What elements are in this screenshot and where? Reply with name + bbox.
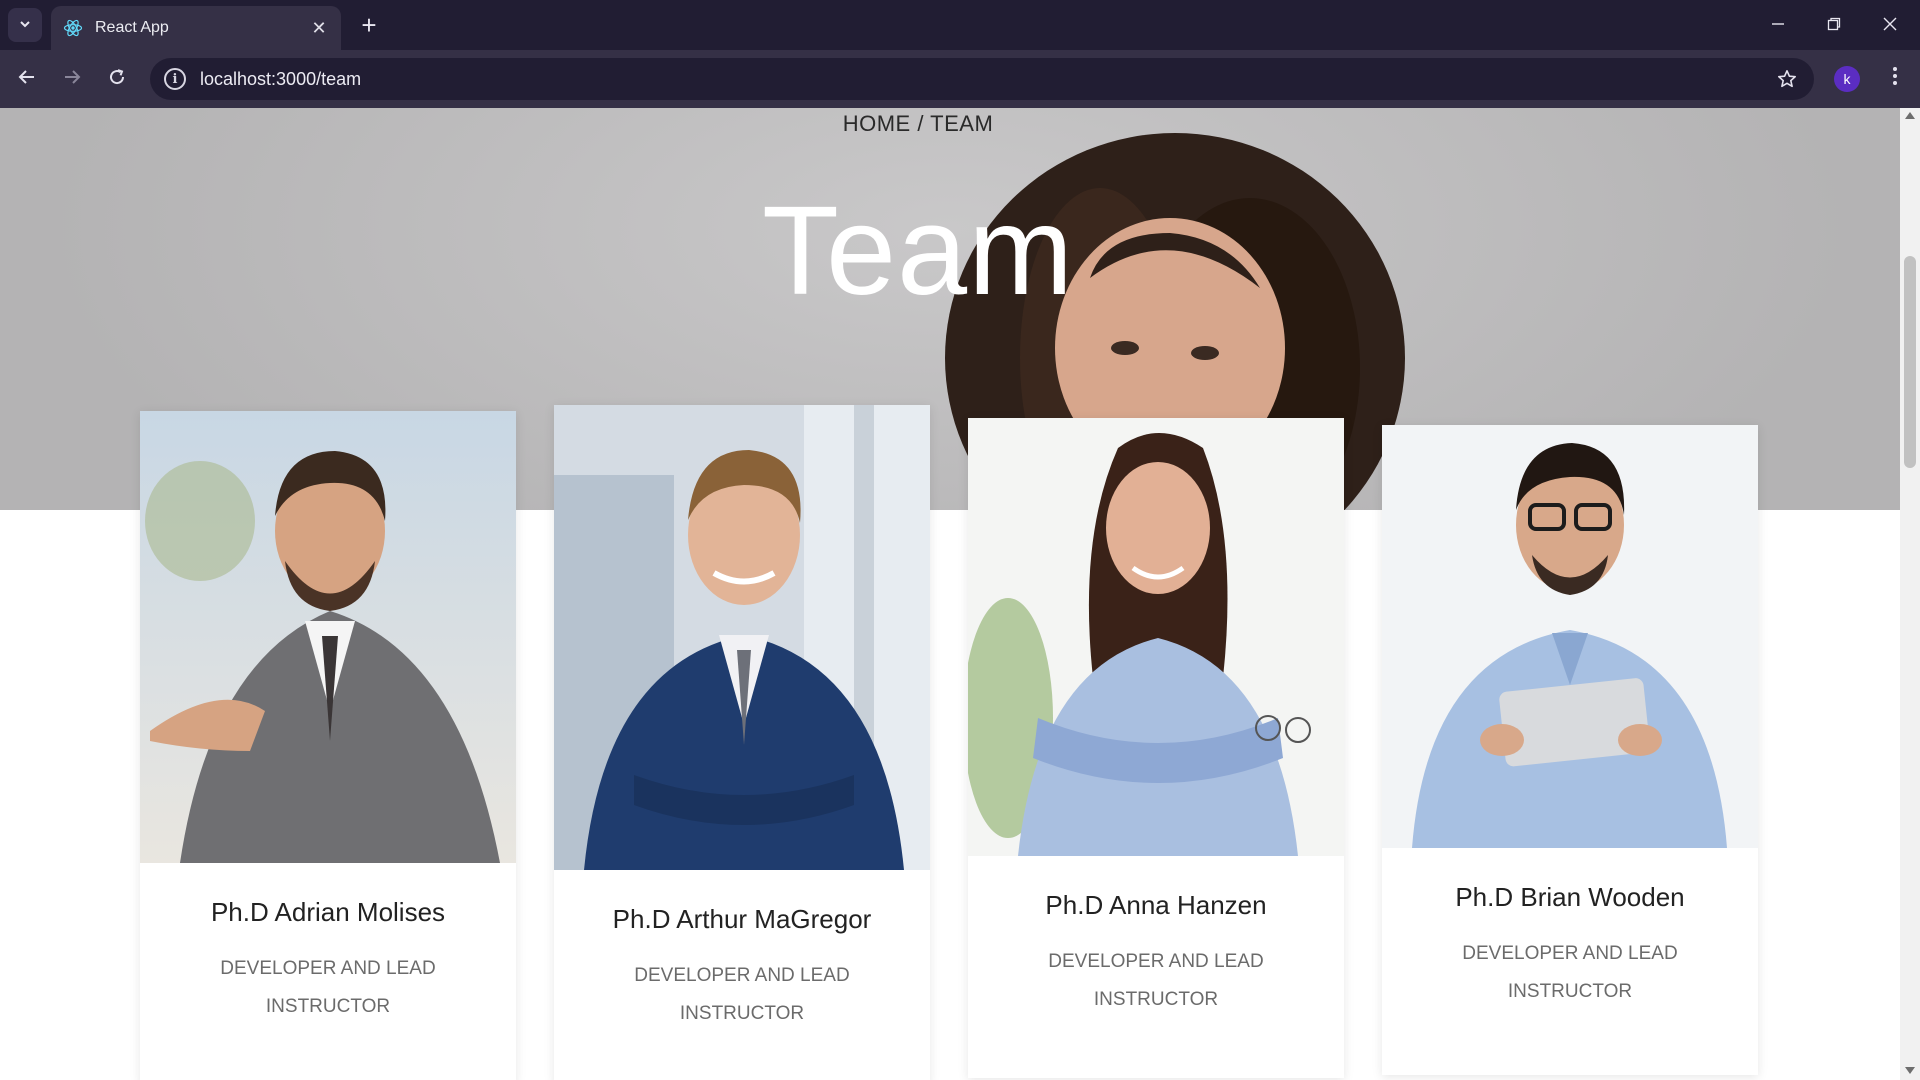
page-viewport: HOME / TEAM Team Ph.D Adrian Molises DEV… (0, 108, 1900, 1080)
plus-icon: + (361, 9, 377, 40)
scroll-up-arrow-icon[interactable] (1905, 112, 1915, 119)
tab-title: React App (95, 19, 169, 36)
reload-icon (108, 66, 126, 92)
scroll-down-arrow-icon[interactable] (1905, 1067, 1915, 1074)
arrow-right-icon (63, 66, 81, 92)
react-icon (63, 18, 83, 38)
profile-avatar[interactable]: k (1834, 66, 1860, 92)
back-button[interactable] (10, 62, 44, 96)
address-bar[interactable]: i localhost:3000/team (150, 58, 1814, 100)
team-member-photo (1382, 425, 1758, 848)
page-title: Team (761, 180, 1075, 321)
team-member-role: DEVELOPER AND LEAD INSTRUCTOR (1048, 951, 1264, 1010)
team-card[interactable]: Ph.D Brian Wooden DEVELOPER AND LEAD INS… (1382, 425, 1758, 1075)
close-icon[interactable]: ✕ (307, 16, 331, 40)
url-text[interactable]: localhost:3000/team (200, 69, 1772, 90)
restore-button[interactable] (1814, 8, 1854, 42)
breadcrumb: HOME / TEAM (842, 111, 994, 136)
minimize-icon (1771, 15, 1785, 36)
reload-button[interactable] (100, 62, 134, 96)
team-member-role: DEVELOPER AND LEAD INSTRUCTOR (220, 958, 436, 1017)
team-member-name: Ph.D Brian Wooden (1455, 882, 1685, 912)
team-member-photo (968, 418, 1344, 856)
minimize-button[interactable] (1758, 8, 1798, 42)
tab-search-button[interactable] (8, 8, 42, 42)
info-icon[interactable]: i (164, 68, 186, 90)
new-tab-button[interactable]: + (354, 10, 384, 40)
chevron-down-icon (18, 17, 32, 34)
browser-menu-button[interactable] (1880, 62, 1910, 96)
close-icon (1883, 15, 1897, 36)
team-card[interactable]: Ph.D Arthur MaGregor DEVELOPER AND LEAD … (554, 405, 930, 1080)
scrollbar-thumb[interactable] (1904, 256, 1916, 468)
kebab-menu-icon (1892, 66, 1898, 92)
team-member-photo (554, 405, 930, 870)
arrow-left-icon (18, 66, 36, 92)
forward-button[interactable] (55, 62, 89, 96)
team-member-name: Ph.D Arthur MaGregor (612, 904, 872, 934)
browser-tab-active[interactable]: React App ✕ (51, 6, 341, 50)
team-member-name: Ph.D Anna Hanzen (1045, 890, 1267, 920)
browser-toolbar: i localhost:3000/team k (0, 50, 1920, 108)
browser-tab-bar: React App ✕ + (0, 0, 1920, 50)
team-card[interactable]: Ph.D Adrian Molises DEVELOPER AND LEAD I… (140, 411, 516, 1080)
team-member-role: DEVELOPER AND LEAD INSTRUCTOR (634, 965, 850, 1024)
team-member-role: DEVELOPER AND LEAD INSTRUCTOR (1462, 943, 1678, 1002)
close-window-button[interactable] (1870, 8, 1910, 42)
restore-icon (1827, 15, 1841, 36)
team-member-photo (140, 411, 516, 863)
team-member-name: Ph.D Adrian Molises (210, 897, 446, 927)
page-scrollbar[interactable] (1900, 108, 1920, 1080)
team-card[interactable]: Ph.D Anna Hanzen DEVELOPER AND LEAD INST… (968, 418, 1344, 1078)
star-icon[interactable] (1772, 64, 1802, 94)
